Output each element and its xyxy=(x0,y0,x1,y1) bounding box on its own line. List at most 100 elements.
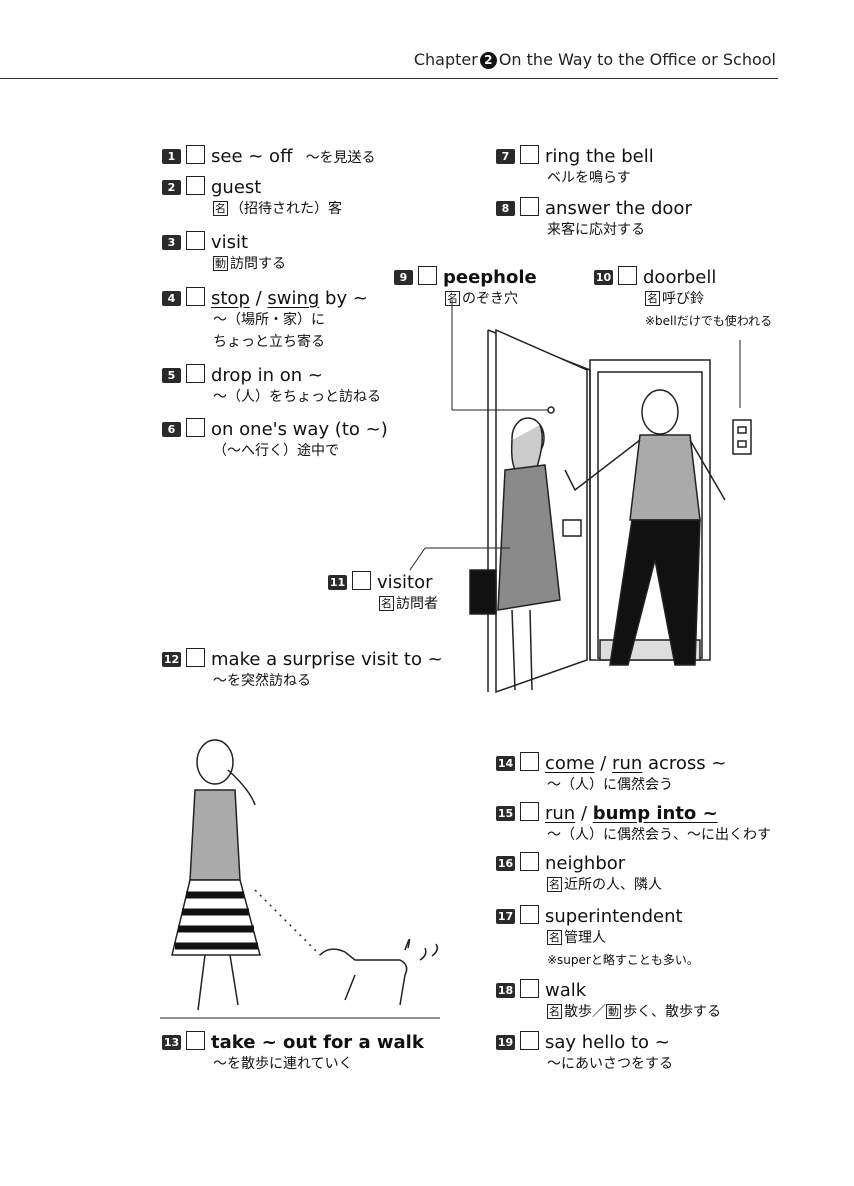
entry-jp: 管理人 xyxy=(564,930,606,946)
entry-number: 12 xyxy=(162,652,181,667)
checkbox[interactable] xyxy=(520,145,539,164)
entry-en: make a surprise visit to ~ xyxy=(211,649,443,670)
entry-en-phrase: stop / swing by ~ xyxy=(211,288,368,309)
separator: ／ xyxy=(592,1004,606,1020)
checkbox[interactable] xyxy=(186,418,205,437)
entry-en: say hello to ~ xyxy=(545,1032,670,1053)
checkbox[interactable] xyxy=(520,979,539,998)
checkbox[interactable] xyxy=(186,145,205,164)
entry-en: see ~ off xyxy=(211,146,293,167)
entry-number: 19 xyxy=(496,1035,515,1050)
entry-jp: ～（人）に偶然会う、～に出くわす xyxy=(547,827,771,843)
entry-en: ring the bell xyxy=(545,146,654,167)
entry-note: ※bellだけでも使われる xyxy=(645,314,773,328)
entry-en: doorbell xyxy=(643,267,717,288)
entry-number: 16 xyxy=(496,856,515,871)
entry-en: answer the door xyxy=(545,198,692,219)
entry-10: 10 doorbell 名呼び鈴 ※bellだけでも使われる xyxy=(594,266,772,332)
entry-jp: （招待された）客 xyxy=(230,201,342,217)
door-scene-illustration xyxy=(409,300,752,694)
pos-tag: 名 xyxy=(547,877,562,892)
checkbox[interactable] xyxy=(186,648,205,667)
entry-15: 15 run / bump into ~ ～（人）に偶然会う、～に出くわす xyxy=(496,802,771,846)
entry-en: on one's way (to ~) xyxy=(211,419,388,440)
entry-number: 5 xyxy=(162,368,181,383)
entry-en: take ~ out for a walk xyxy=(211,1032,424,1053)
entry-number: 6 xyxy=(162,422,181,437)
entry-5: 5 drop in on ~ ～（人）をちょっと訪ねる xyxy=(162,364,381,408)
entry-12: 12 make a surprise visit to ~ ～を突然訪ねる xyxy=(162,648,443,692)
entry-en: superintendent xyxy=(545,906,683,927)
entry-8: 8 answer the door 来客に応対する xyxy=(496,197,692,241)
checkbox[interactable] xyxy=(520,852,539,871)
checkbox[interactable] xyxy=(520,752,539,771)
entry-en: visit xyxy=(211,232,249,253)
checkbox[interactable] xyxy=(186,231,205,250)
checkbox[interactable] xyxy=(520,1031,539,1050)
entry-en: guest xyxy=(211,177,262,198)
entry-jp: 訪問者 xyxy=(396,596,438,612)
entry-number: 2 xyxy=(162,180,181,195)
entry-6: 6 on one's way (to ~) （～へ行く）途中で xyxy=(162,418,388,462)
entry-number: 7 xyxy=(496,149,515,164)
entry-number: 8 xyxy=(496,201,515,216)
entry-16: 16 neighbor 名近所の人、隣人 xyxy=(496,852,662,896)
entry-en: drop in on ~ xyxy=(211,365,323,386)
entry-number: 14 xyxy=(496,756,515,771)
checkbox[interactable] xyxy=(352,571,371,590)
entry-jp: のぞき穴 xyxy=(462,291,518,307)
entry-3: 3 visit 動訪問する xyxy=(162,231,286,275)
entry-17: 17 superintendent 名管理人 ※superと略すことも多い。 xyxy=(496,905,699,971)
entry-jp: ベルを鳴らす xyxy=(547,170,631,186)
pos-tag-2: 動 xyxy=(606,1004,621,1019)
entry-en: neighbor xyxy=(545,853,626,874)
entry-14: 14 come / run across ~ ～（人）に偶然会う xyxy=(496,752,727,796)
entry-4: 4 stop / swing by ~ ～（場所・家）に ちょっと立ち寄る xyxy=(162,287,368,353)
checkbox[interactable] xyxy=(520,802,539,821)
entry-number: 11 xyxy=(328,575,347,590)
pos-tag: 名 xyxy=(547,930,562,945)
checkbox[interactable] xyxy=(618,266,637,285)
entry-19: 19 say hello to ~ ～にあいさつをする xyxy=(496,1031,673,1075)
checkbox[interactable] xyxy=(520,197,539,216)
entry-en: visitor xyxy=(377,572,433,593)
entry-jp: ～を散歩に連れていく xyxy=(213,1056,353,1072)
checkbox[interactable] xyxy=(186,287,205,306)
entry-jp: ～を見送る xyxy=(305,150,376,166)
entry-number: 18 xyxy=(496,983,515,998)
pos-tag: 名 xyxy=(445,291,460,306)
entry-number: 3 xyxy=(162,235,181,250)
entry-7: 7 ring the bell ベルを鳴らす xyxy=(496,145,654,189)
entry-number: 15 xyxy=(496,806,515,821)
walking-woman-illustration xyxy=(171,739,439,1011)
entry-jp: ～（人）をちょっと訪ねる xyxy=(213,389,381,405)
pos-tag: 名 xyxy=(379,596,394,611)
entry-number: 17 xyxy=(496,909,515,924)
checkbox[interactable] xyxy=(418,266,437,285)
entry-number: 13 xyxy=(162,1035,181,1050)
entry-en: peephole xyxy=(443,267,537,288)
checkbox[interactable] xyxy=(186,364,205,383)
entry-en-phrase: run / bump into ~ xyxy=(545,803,718,824)
checkbox[interactable] xyxy=(186,1031,205,1050)
entry-en-phrase: come / run across ~ xyxy=(545,753,727,774)
entry-jp-2: 歩く、散歩する xyxy=(623,1004,721,1020)
entry-jp: ～（場所・家）に xyxy=(213,312,325,328)
entry-18: 18 walk 名散歩／動歩く、散歩する xyxy=(496,979,721,1023)
entry-note: ※superと略すことも多い。 xyxy=(547,953,699,967)
entry-2: 2 guest 名（招待された）客 xyxy=(162,176,342,220)
entry-jp: 来客に応対する xyxy=(547,222,645,238)
entry-1: 1 see ~ off ～を見送る xyxy=(162,145,376,167)
entry-number: 4 xyxy=(162,291,181,306)
checkbox[interactable] xyxy=(520,905,539,924)
entry-9: 9 peephole 名のぞき穴 xyxy=(394,266,537,310)
entry-jp: 散歩 xyxy=(564,1004,592,1020)
pos-tag: 名 xyxy=(645,291,660,306)
entry-jp: ～を突然訪ねる xyxy=(213,673,311,689)
entry-jp: ～（人）に偶然会う xyxy=(547,777,673,793)
entry-number: 1 xyxy=(162,149,181,164)
entry-jp-line2: ちょっと立ち寄る xyxy=(213,334,325,350)
pos-tag: 名 xyxy=(213,201,228,216)
entry-11: 11 visitor 名訪問者 xyxy=(328,571,438,615)
checkbox[interactable] xyxy=(186,176,205,195)
